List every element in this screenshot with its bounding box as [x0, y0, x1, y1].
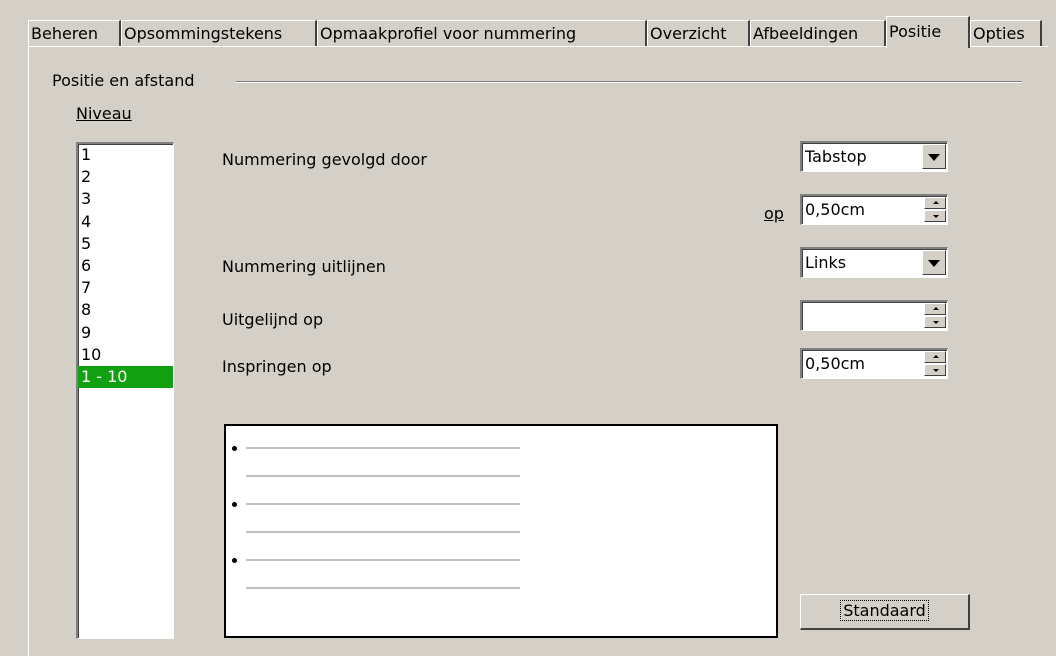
level-item-selected[interactable]: 1 - 10 [78, 365, 173, 389]
tab-label: Overzicht [650, 24, 727, 43]
level-item[interactable]: 6 [78, 255, 173, 277]
spin-down-button[interactable] [924, 210, 946, 222]
bullet-icon [232, 446, 237, 451]
dropdown-button[interactable] [922, 250, 946, 275]
numbering-followed-by-label: Nummering gevolgd door [222, 150, 427, 169]
numbering-alignment-select[interactable]: Links [800, 247, 948, 278]
level-label-text: Niveau [76, 104, 132, 123]
preview-line [246, 559, 520, 561]
tab-label: Afbeeldingen [753, 24, 859, 43]
level-item[interactable]: 2 [78, 166, 173, 188]
tab-opsommingstekens[interactable]: Opsommingstekens [121, 20, 317, 47]
spin-up-button[interactable] [924, 351, 946, 363]
at-spinfield[interactable]: 0,50cm [800, 194, 948, 225]
tab-afbeeldingen[interactable]: Afbeeldingen [750, 20, 886, 47]
at-value: 0,50cm [805, 200, 866, 219]
tab-positie[interactable]: Positie [886, 16, 970, 48]
arrow-down-icon [933, 215, 939, 218]
level-item[interactable]: 9 [78, 322, 173, 344]
spin-down-button[interactable] [924, 316, 946, 328]
preview-pane [224, 424, 778, 638]
spin-buttons[interactable] [924, 197, 946, 222]
level-item[interactable]: 3 [78, 188, 173, 210]
chevron-down-icon [928, 154, 940, 161]
arrow-up-icon [933, 201, 939, 204]
numbering-alignment-value: Links [805, 253, 847, 272]
preview-line [246, 447, 520, 449]
level-item[interactable]: 1 [78, 144, 173, 166]
tab-beheren[interactable]: Beheren [28, 20, 121, 47]
arrow-down-icon [933, 369, 939, 372]
level-label: Niveau [76, 104, 132, 123]
tab-label: Opsommingstekens [124, 24, 283, 43]
spin-up-button[interactable] [924, 197, 946, 209]
level-item[interactable]: 5 [78, 233, 173, 255]
numbering-followed-by-select[interactable]: Tabstop [800, 141, 948, 172]
group-title: Positie en afstand [52, 71, 203, 90]
chevron-down-icon [928, 260, 940, 267]
level-item[interactable]: 10 [78, 344, 173, 366]
preview-line [246, 503, 520, 505]
aligned-at-label: Uitgelijnd op [222, 310, 324, 329]
indent-at-spinfield[interactable]: 0,50cm [800, 348, 948, 379]
spin-down-button[interactable] [924, 364, 946, 376]
tab-label: Positie [889, 22, 942, 41]
at-label: op [764, 204, 784, 223]
spin-up-button[interactable] [924, 303, 946, 315]
bullet-icon [232, 502, 237, 507]
arrow-up-icon [933, 307, 939, 310]
tab-overzicht[interactable]: Overzicht [647, 20, 750, 47]
dropdown-button[interactable] [922, 144, 946, 169]
level-list[interactable]: 1 2 3 4 5 6 7 8 9 10 1 - 10 [76, 142, 174, 639]
spin-buttons[interactable] [924, 351, 946, 376]
aligned-at-spinfield[interactable] [800, 300, 948, 331]
bullet-icon [232, 558, 237, 563]
default-button-label: Standaard [840, 600, 929, 621]
spin-buttons[interactable] [924, 303, 946, 328]
preview-line [246, 587, 520, 589]
tab-label: Opties [973, 24, 1025, 43]
preview-line [246, 475, 520, 477]
level-item[interactable]: 7 [78, 277, 173, 299]
numbering-followed-by-value: Tabstop [805, 147, 867, 166]
arrow-down-icon [933, 321, 939, 324]
indent-at-value: 0,50cm [805, 354, 866, 373]
preview-line [246, 531, 520, 533]
tab-opmaakprofiel-nummering[interactable]: Opmaakprofiel voor nummering [317, 20, 647, 47]
indent-at-label: Inspringen op [222, 357, 332, 376]
group-divider [236, 81, 1022, 83]
tab-label: Beheren [31, 24, 99, 43]
tab-opties[interactable]: Opties [970, 20, 1042, 47]
default-button[interactable]: Standaard [800, 594, 970, 630]
level-item[interactable]: 4 [78, 211, 173, 233]
tab-label: Opmaakprofiel voor nummering [320, 24, 577, 43]
numbering-alignment-label: Nummering uitlijnen [222, 257, 386, 276]
arrow-up-icon [933, 355, 939, 358]
level-item[interactable]: 8 [78, 299, 173, 321]
